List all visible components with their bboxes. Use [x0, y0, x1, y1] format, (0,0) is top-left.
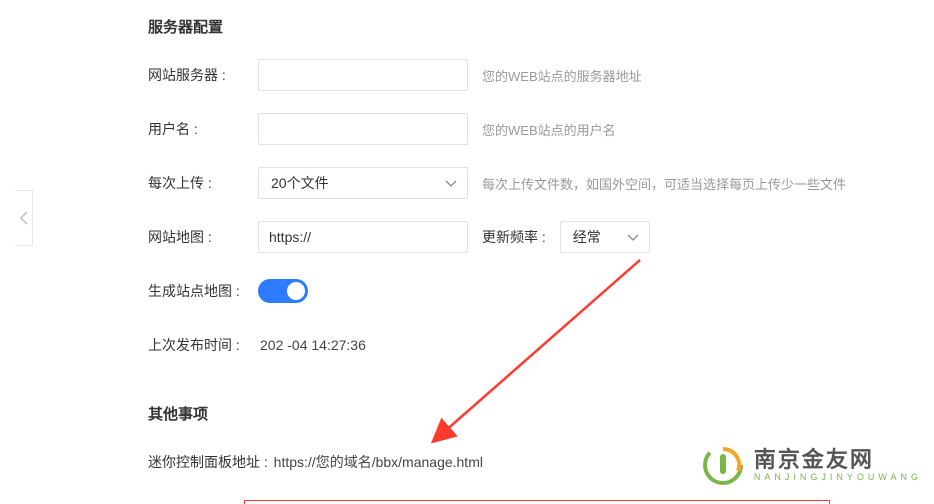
- per-upload-label: 每次上传 :: [148, 173, 258, 193]
- chevron-down-icon: [445, 175, 457, 191]
- sidebar-collapse-handle[interactable]: [15, 190, 33, 246]
- chevron-down-icon: [627, 229, 639, 245]
- server-label: 网站服务器 :: [148, 65, 258, 85]
- watermark-subtext: NANJINGJINYOUWANG: [754, 472, 922, 482]
- update-frequency-select[interactable]: 经常: [560, 221, 650, 253]
- per-upload-select[interactable]: 20个文件: [258, 167, 468, 199]
- sitemap-input[interactable]: [258, 221, 468, 253]
- last-publish-value: 202 -04 14:27:36: [258, 337, 366, 353]
- mini-panel-url: https://您的域名/bbx/manage.html: [272, 452, 483, 472]
- watermark-logo-icon: [702, 444, 744, 486]
- server-input[interactable]: [258, 59, 468, 91]
- per-upload-selected: 20个文件: [271, 173, 329, 193]
- verify-highlight-box: 只支持txt文件，只支持字母数字组合: [244, 500, 830, 504]
- update-frequency-selected: 经常: [573, 227, 601, 247]
- chevron-left-icon: [20, 211, 28, 225]
- server-config-heading: 服务器配置: [148, 16, 934, 37]
- update-frequency-label: 更新频率 :: [482, 227, 546, 247]
- username-help: 您的WEB站点的用户名: [482, 120, 616, 139]
- other-items-heading: 其他事项: [148, 403, 934, 424]
- username-label: 用户名 :: [148, 119, 258, 139]
- toggle-dot: [287, 282, 305, 300]
- mini-panel-label: 迷你控制面板地址 :: [148, 452, 268, 472]
- last-publish-label: 上次发布时间 :: [148, 335, 258, 355]
- watermark-text: 南京金友网: [754, 448, 922, 471]
- username-input[interactable]: [258, 113, 468, 145]
- watermark: 南京金友网 NANJINGJINYOUWANG: [702, 444, 922, 486]
- gen-sitemap-label: 生成站点地图 :: [148, 281, 258, 301]
- per-upload-help: 每次上传文件数，如国外空间，可适当选择每页上传少一些文件: [482, 174, 846, 193]
- gen-sitemap-toggle[interactable]: [258, 279, 308, 303]
- sitemap-label: 网站地图 :: [148, 227, 258, 247]
- server-help: 您的WEB站点的服务器地址: [482, 66, 642, 85]
